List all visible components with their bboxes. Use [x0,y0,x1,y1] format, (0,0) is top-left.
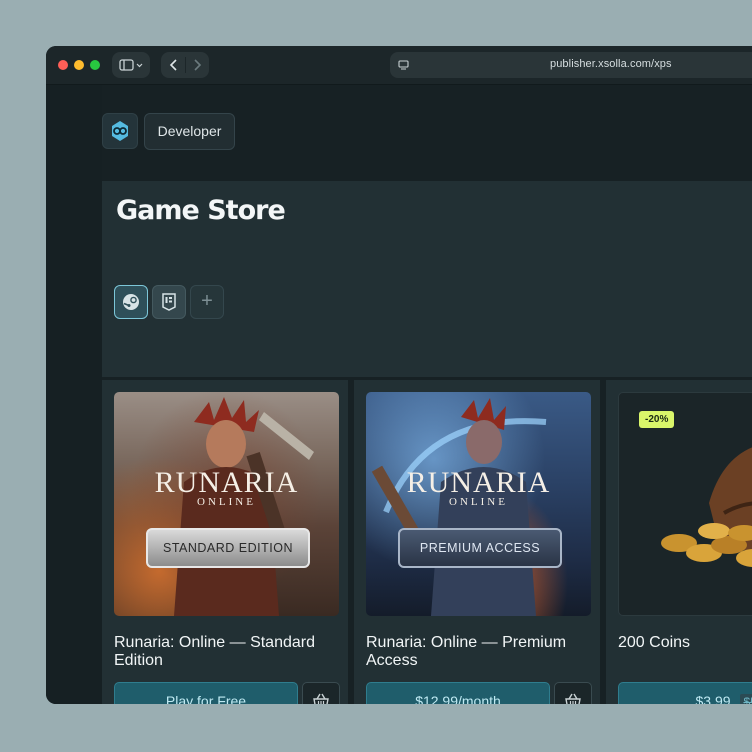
basket-icon [313,693,329,704]
product-image: RUNARIA ONLINE PREMIUM ACCESS [366,392,591,616]
discount-badge: -20% [639,411,675,428]
platform-tab-steam[interactable] [114,285,148,319]
basket-icon [565,693,581,704]
url-text: publisher.xsolla.com/xps [550,58,672,70]
product-image: RUNARIA ONLINE STANDARD EDITION [114,392,339,616]
edition-plate: STANDARD EDITION [146,528,310,568]
store-panel: Game Store + RUNARIA ONLINE STANDARD EDI… [102,181,752,704]
address-bar[interactable]: publisher.xsolla.com/xps [390,52,752,78]
product-title: Runaria: Online — Premium Access [366,634,567,669]
maximize-window-button[interactable] [90,60,100,70]
art-title: RUNARIA [154,466,299,499]
back-arrow-icon[interactable] [165,55,183,75]
close-window-button[interactable] [58,60,68,70]
product-image: -20% [618,392,752,616]
product-title: Runaria: Online — Standard Edition [114,634,315,669]
add-to-cart-button[interactable] [554,682,592,704]
xsolla-logo-icon [112,121,128,141]
product-card[interactable]: RUNARIA ONLINE PREMIUM ACCESS Runaria: O… [354,380,600,704]
add-platform-button[interactable]: + [190,285,224,319]
sidebar-toggle-button[interactable] [112,52,150,78]
art-subtitle: ONLINE [197,496,256,508]
site-settings-icon[interactable] [398,59,410,71]
platform-tab-epic-games[interactable] [152,285,186,319]
product-card[interactable]: -20% 200 Coins $3.99 $5.99 [606,380,752,704]
browser-window: publisher.xsolla.com/xps Developer Game … [46,46,752,704]
add-to-cart-button[interactable] [302,682,340,704]
subscribe-button[interactable]: $12.99/month [366,682,550,704]
page-title: Game Store [116,195,286,226]
old-price: $5.99 [740,694,752,704]
browser-titlebar: publisher.xsolla.com/xps [46,46,752,85]
navigation-buttons [161,52,209,78]
forward-arrow-icon[interactable] [188,55,206,75]
epic-games-icon [162,293,176,311]
nav-divider [185,57,186,73]
steam-icon [123,294,139,310]
buy-button[interactable]: $3.99 $5.99 [618,682,752,704]
xsolla-logo[interactable] [102,113,138,149]
current-price: $3.99 [695,693,731,704]
product-card[interactable]: RUNARIA ONLINE STANDARD EDITION Runaria:… [102,380,348,704]
developer-button[interactable]: Developer [144,113,235,150]
sidebar-icon [119,59,143,71]
edition-plate: PREMIUM ACCESS [398,528,562,568]
play-for-free-button[interactable]: Play for Free [114,682,298,704]
art-title: RUNARIA [406,466,551,499]
minimize-window-button[interactable] [74,60,84,70]
left-rail [46,85,102,704]
art-subtitle: ONLINE [449,496,508,508]
product-title: 200 Coins [618,634,691,651]
